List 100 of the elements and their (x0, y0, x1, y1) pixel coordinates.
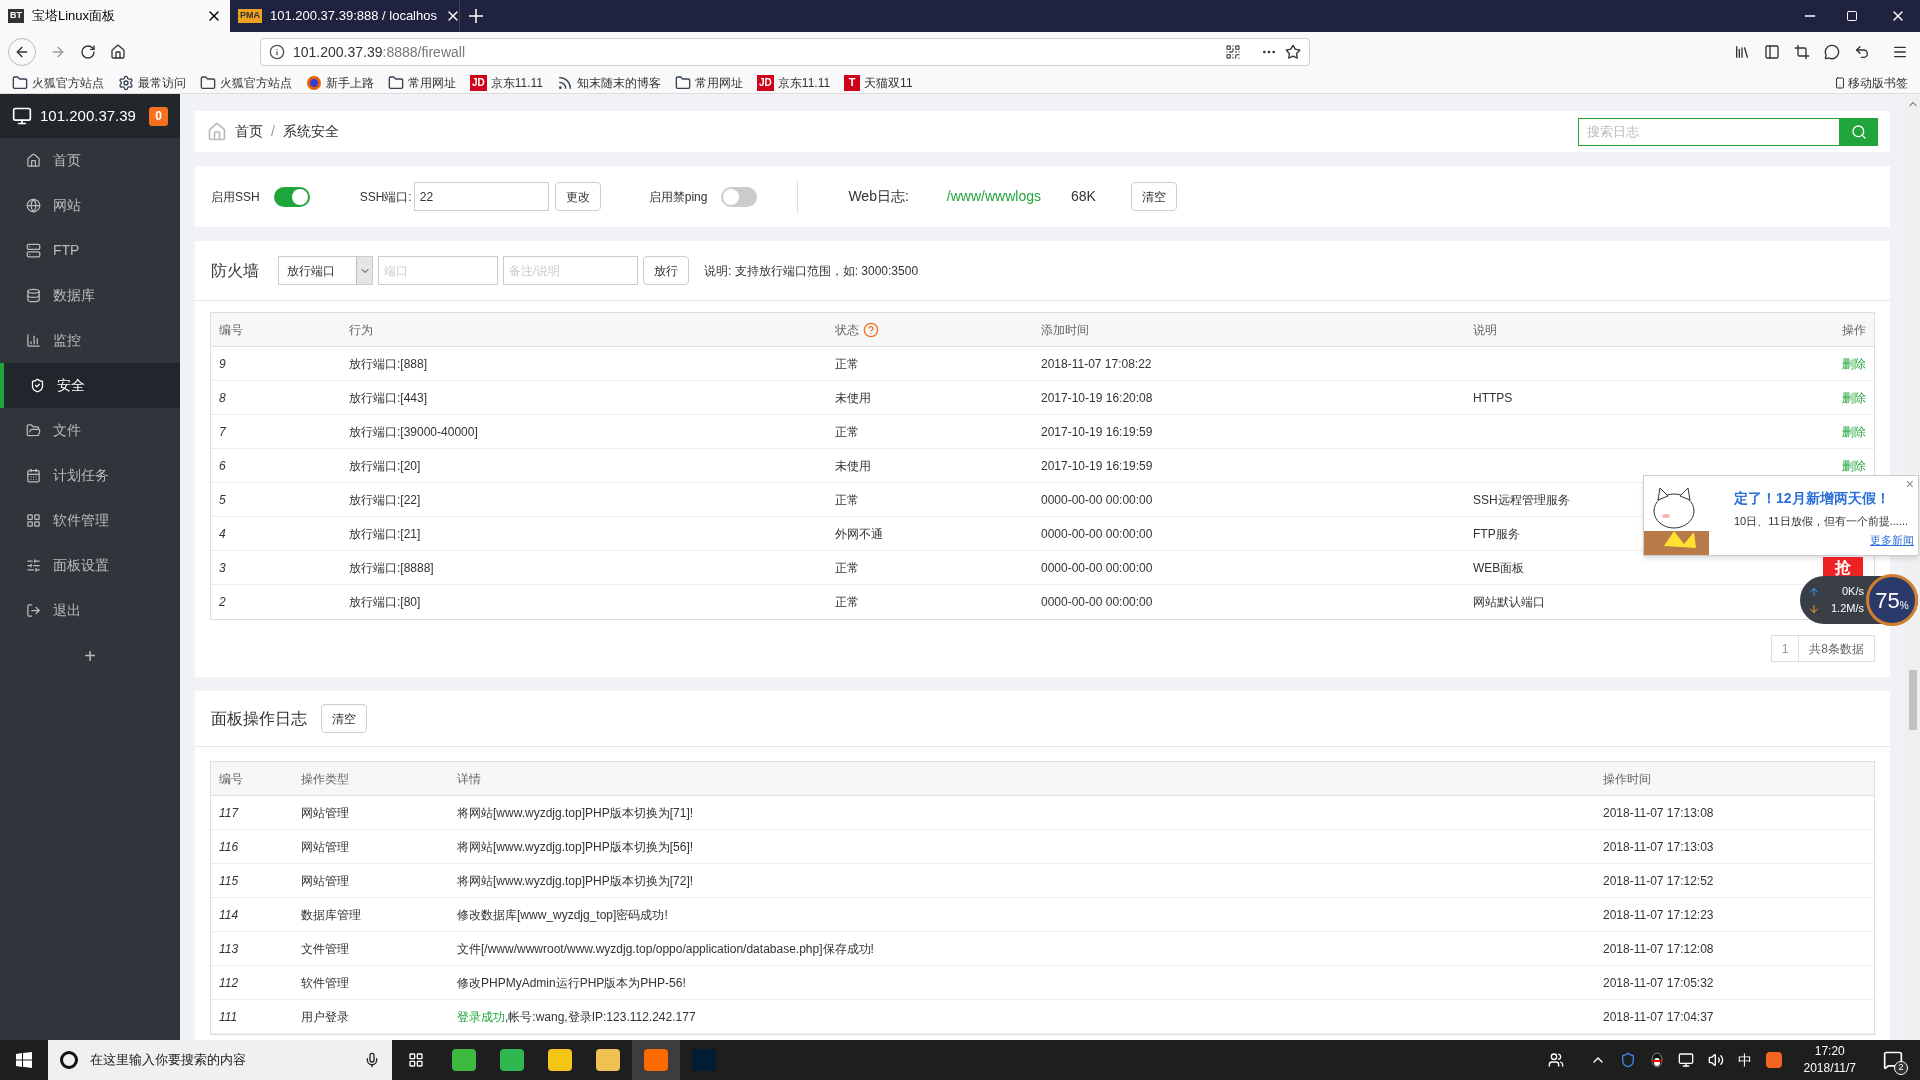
bookmark-link[interactable]: 最常访问 (138, 73, 186, 92)
browser-tab[interactable]: BT 宝塔Linux面板 (0, 0, 230, 32)
library-icon[interactable] (1734, 44, 1750, 60)
breadcrumb-separator: / (271, 122, 275, 141)
scrollbar-thumb[interactable] (1908, 670, 1917, 730)
url-text: 101.200.37.39:8888/firewall (293, 42, 467, 62)
tab-favicon: PMA (238, 9, 262, 23)
bookmark-link[interactable]: 常用网址 (695, 73, 744, 92)
table-cell-text: 正常 (835, 423, 860, 441)
people-icon[interactable] (1547, 1052, 1564, 1068)
table-cell-text: 3 (219, 559, 227, 577)
table-cell-text: 放行端口:[22] (349, 491, 422, 509)
table-cell-text: 未使用 (835, 389, 872, 407)
sidebar-item[interactable]: 面板设置 (0, 543, 180, 588)
table-cell-text: 2018-11-07 17:12:23 (1603, 906, 1715, 924)
bookmark-link[interactable]: 移动版书签 (1848, 73, 1908, 92)
help-icon[interactable] (863, 321, 879, 338)
sidebar-item[interactable]: 监控 (0, 318, 180, 363)
back-icon (14, 44, 30, 60)
sidebar-item[interactable]: 文件 (0, 408, 180, 453)
column-header: 详情 (457, 770, 482, 788)
server-icon (26, 243, 41, 258)
address-bar[interactable]: 101.200.37.39:8888/firewall (260, 38, 1310, 66)
penguin-icon[interactable] (1649, 1052, 1664, 1068)
crop-icon[interactable] (1794, 44, 1810, 60)
ime-logo-icon[interactable] (1765, 1052, 1782, 1068)
log-title: 面板操作日志 (211, 708, 307, 729)
sidebar-item[interactable]: 数据库 (0, 273, 180, 318)
breadcrumb-link[interactable]: 首页 (235, 121, 263, 142)
undo-icon[interactable] (1854, 44, 1870, 60)
forward-icon[interactable] (50, 44, 66, 60)
table-cell-text: 116 (219, 838, 240, 856)
globe-icon (26, 198, 41, 213)
tab-title: 101.200.37.39:888 / localhos (270, 8, 437, 24)
input-method-indicator[interactable]: 中 (1737, 1049, 1752, 1071)
allow-button[interactable]: 放行 (643, 256, 689, 285)
table-cell-text: 正常 (835, 559, 860, 577)
volume-icon[interactable] (1707, 1052, 1724, 1068)
phone-icon (1834, 74, 1846, 91)
search-icon (1851, 123, 1867, 140)
download-icon (1808, 602, 1820, 615)
home-icon[interactable] (110, 44, 126, 60)
sidebar-item[interactable]: FTP (0, 228, 180, 273)
table-cell-text: 114 (219, 906, 240, 924)
tab-favicon: BT (8, 9, 24, 23)
chat-icon[interactable] (1824, 44, 1840, 60)
star-icon[interactable] (1285, 44, 1301, 60)
notification-center-button[interactable]: 2 (1878, 1045, 1908, 1075)
ping-toggle[interactable] (721, 186, 758, 207)
bookmark-link[interactable]: 火狐官方站点 (32, 73, 104, 92)
sidebar-icon[interactable] (1764, 44, 1780, 60)
sidebar-item[interactable]: 软件管理 (0, 498, 180, 543)
shield-icon[interactable] (1619, 1052, 1636, 1068)
clear-button[interactable]: 清空 (321, 704, 367, 733)
browser-logo-icon (306, 74, 322, 91)
menu-icon[interactable] (1892, 44, 1908, 60)
port-label: SSH端口: (359, 188, 412, 206)
promo-badge[interactable]: 抢 (1823, 557, 1863, 579)
bookmark-link[interactable]: 京东11.11 (490, 73, 544, 92)
more-news-link[interactable]: 更多新闻 (1870, 531, 1914, 548)
table-cell-text: 放行端口:[8888] (349, 559, 435, 577)
sidebar-item[interactable]: 网站 (0, 183, 180, 228)
sidebar-item[interactable]: 退出 (0, 588, 180, 633)
table-cell: HTTPS (1473, 390, 1513, 405)
sidebar-item[interactable]: 安全 (0, 363, 180, 408)
bookmark-link[interactable]: 天猫双11 (864, 73, 913, 92)
add-button[interactable]: + (76, 641, 104, 671)
logout-icon (26, 603, 41, 618)
sidebar-item[interactable]: 首页 (0, 138, 180, 183)
table-cell-text: 2017-10-19 16:19:59 (1041, 423, 1154, 441)
sidebar-item[interactable]: 计划任务 (0, 453, 180, 498)
taskbar-search-field[interactable]: 在这里输入你要搜索的内容 (48, 1040, 392, 1080)
qr-code-icon[interactable] (1225, 44, 1241, 60)
bookmark-link[interactable]: 新手上路 (326, 73, 374, 92)
network-icon[interactable] (1677, 1052, 1694, 1068)
sliders-icon (26, 558, 41, 573)
table-cell-text: 2018-11-07 17:13:03 (1603, 838, 1715, 856)
home-icon (26, 153, 41, 168)
clock[interactable]: 17:20 2018/11/7 (1795, 1043, 1864, 1077)
table-cell-text: 2017-10-19 16:19:59 (1041, 457, 1154, 475)
reload-icon[interactable] (80, 44, 96, 60)
news-body: 10日、11日放假，但有一个前提...... (1734, 514, 1909, 529)
ssh-toggle[interactable] (273, 186, 310, 207)
bookmark-link[interactable]: 常用网址 (408, 73, 456, 92)
change-button[interactable]: 更改 (554, 182, 601, 211)
bookmark-link[interactable]: 火狐官方站点 (220, 73, 292, 92)
rule-type-select[interactable]: 放行端口 (278, 256, 373, 285)
clear-button[interactable]: 清空 (1130, 182, 1177, 211)
table-cell-text: 2018-11-07 17:04:37 (1603, 1008, 1715, 1026)
port-input[interactable]: 22 (413, 182, 549, 211)
record-count: 共8条数据 (1799, 635, 1875, 662)
bookmark-link[interactable]: 京东11.11 (777, 73, 831, 92)
info-icon[interactable] (269, 44, 285, 60)
speed-widget[interactable]: 0K/s 1.2M/s 75% (1800, 576, 1918, 624)
jd-badge: JD (470, 74, 487, 91)
restore-icon[interactable] (1846, 10, 1858, 22)
search-button[interactable] (1840, 117, 1878, 146)
bookmark-link[interactable]: 知末随末的博客 (577, 73, 662, 92)
microphone-icon[interactable] (364, 1052, 380, 1068)
table-cell-text: 用户登录 (301, 1008, 350, 1026)
